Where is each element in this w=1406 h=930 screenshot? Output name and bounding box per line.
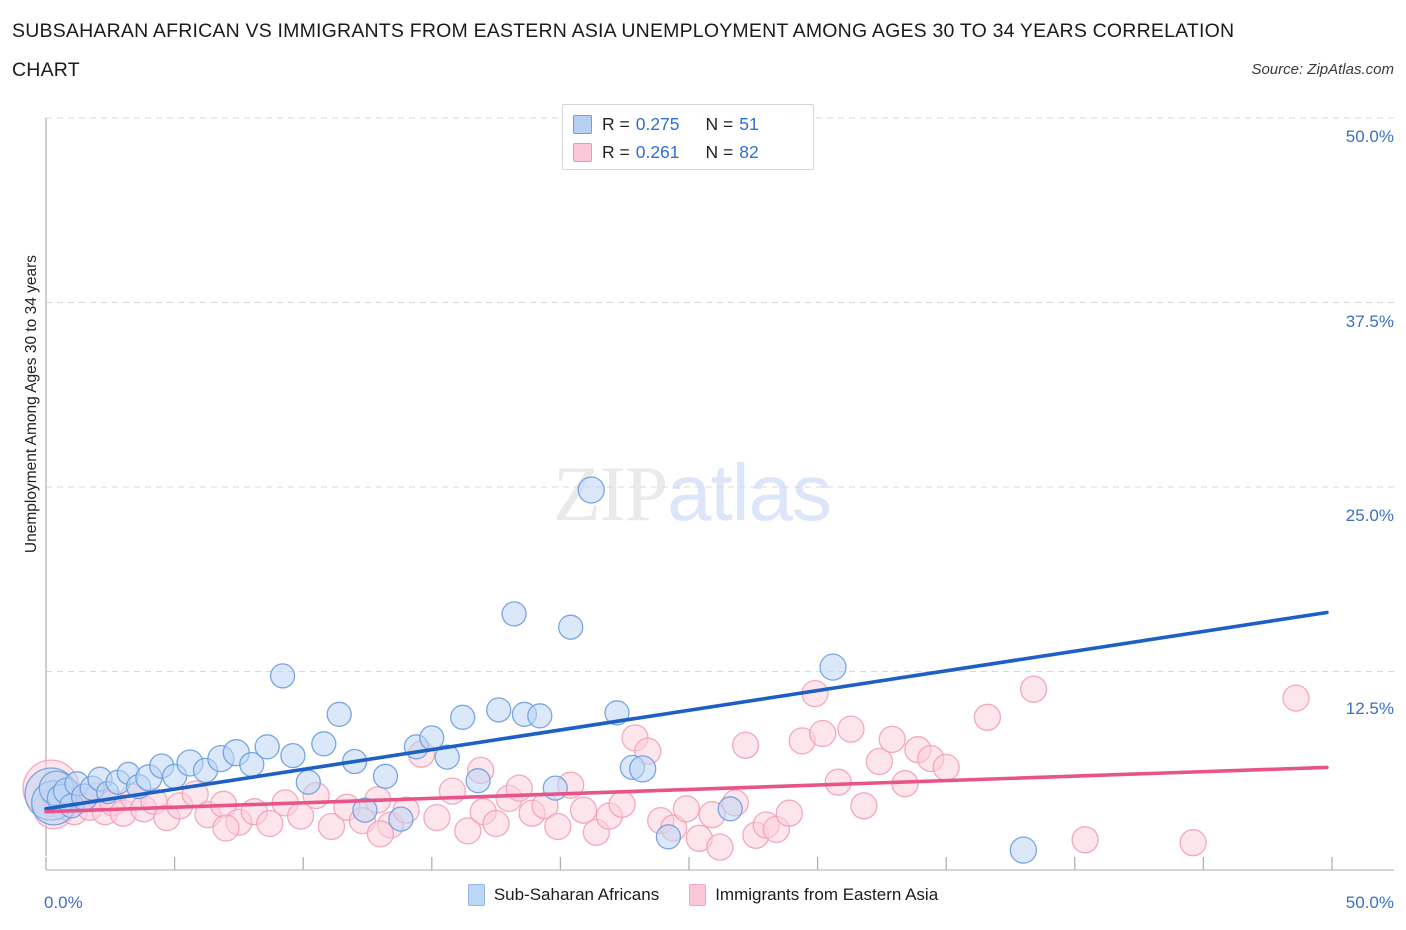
data-point xyxy=(558,614,584,640)
stats-n-label-pink: N = xyxy=(705,141,734,162)
data-point xyxy=(819,653,847,681)
data-point xyxy=(775,799,803,827)
stats-swatch-blue-icon xyxy=(573,114,592,134)
correlation-stats-box: R = 0.275 N = 51 R = 0.261 N = 82 xyxy=(562,104,814,170)
y-tick-label-0: 50.0% xyxy=(1345,127,1394,146)
data-point xyxy=(544,812,572,841)
data-point xyxy=(486,697,512,723)
data-point xyxy=(932,753,960,782)
data-point xyxy=(482,809,510,838)
data-point xyxy=(269,663,296,689)
data-point xyxy=(878,725,906,754)
data-point xyxy=(1019,675,1048,703)
data-point xyxy=(295,769,321,795)
stats-row-blue: R = 0.275 N = 51 xyxy=(573,110,803,138)
stats-r-label-blue: R = xyxy=(602,113,630,134)
data-point xyxy=(438,777,467,805)
data-point xyxy=(501,601,527,627)
y-tick-label-2: 25.0% xyxy=(1345,506,1394,525)
stats-n-label-blue: N = xyxy=(705,113,734,134)
stats-row-pink: R = 0.261 N = 82 xyxy=(573,138,803,166)
series-legend: Sub-Saharan Africans Immigrants from Eas… xyxy=(0,884,1406,906)
data-point xyxy=(423,803,451,832)
data-point xyxy=(973,703,1002,731)
data-point xyxy=(1282,684,1310,712)
stats-r-value-pink: 0.261 xyxy=(635,141,680,162)
legend-label-immigrants-eastern-asia: Immigrants from Eastern Asia xyxy=(715,885,939,904)
stats-r-value-blue: 0.275 xyxy=(635,113,680,134)
data-point xyxy=(419,725,445,751)
data-point xyxy=(850,792,878,820)
stats-n-value-pink: 82 xyxy=(739,141,759,162)
data-point xyxy=(1179,829,1207,857)
data-point xyxy=(608,790,636,818)
data-point xyxy=(450,704,476,730)
data-point xyxy=(280,742,306,769)
data-point xyxy=(212,814,240,842)
stats-swatch-pink-icon xyxy=(573,142,592,162)
data-point xyxy=(655,824,682,850)
data-point xyxy=(254,734,280,760)
y-tick-label-1: 37.5% xyxy=(1345,312,1394,331)
legend-swatch-pink-icon xyxy=(689,884,707,906)
trendline-blue xyxy=(44,610,1329,811)
data-point xyxy=(717,796,743,822)
data-point xyxy=(1009,836,1038,864)
data-point xyxy=(388,806,414,832)
data-point xyxy=(326,701,352,727)
legend-item-sub-saharan-africans[interactable]: Sub-Saharan Africans xyxy=(467,884,660,906)
stats-n-value-blue: 51 xyxy=(739,113,759,134)
data-point xyxy=(809,719,837,748)
y-tick-label-3: 12.5% xyxy=(1345,699,1394,718)
data-point xyxy=(577,476,605,504)
data-point xyxy=(706,833,734,861)
legend-item-immigrants-eastern-asia[interactable]: Immigrants from Eastern Asia xyxy=(689,884,938,906)
data-point xyxy=(1071,826,1099,854)
data-point xyxy=(837,715,865,743)
data-point xyxy=(527,703,553,729)
data-point xyxy=(542,775,568,801)
legend-label-sub-saharan-africans: Sub-Saharan Africans xyxy=(493,885,660,904)
legend-swatch-blue-icon xyxy=(467,884,485,906)
data-point xyxy=(311,731,337,757)
data-point xyxy=(366,820,395,848)
data-point xyxy=(465,768,491,794)
stats-r-label-pink: R = xyxy=(602,141,630,162)
data-point xyxy=(672,795,701,823)
data-point xyxy=(372,763,399,789)
data-point xyxy=(731,731,760,759)
correlation-chart: SUBSAHARAN AFRICAN VS IMMIGRANTS FROM EA… xyxy=(0,0,1406,930)
data-point xyxy=(629,755,657,783)
